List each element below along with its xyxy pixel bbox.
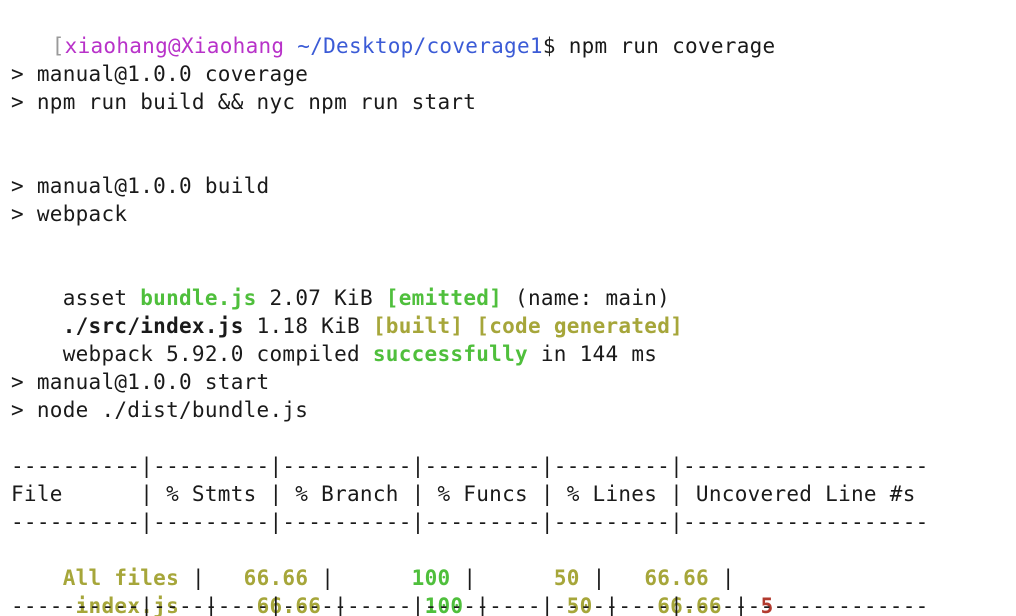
- shell-prompt-line: [xiaohang@Xiaohang ~/Desktop/coverage1$ …: [0, 4, 775, 58]
- coverage-table-top-border: ----------|---------|----------|--------…: [11, 454, 929, 478]
- prompt-cwd: ~/Desktop/coverage1: [297, 34, 543, 58]
- script-coverage-command: > npm run build && nyc npm run start: [11, 90, 477, 114]
- compile-suffix: in 144 ms: [527, 342, 658, 366]
- compile-prefix: webpack 5.92.0 compiled: [62, 342, 373, 366]
- webpack-asset-line: asset bundle.js 2.07 KiB [emitted] (name…: [11, 256, 670, 310]
- coverage-table-row: index.js | 66.66 | 100 | 50 | 66.66 | 5: [62, 594, 774, 616]
- script-start-name: > manual@1.0.0 start: [11, 370, 270, 394]
- webpack-compile-line: webpack 5.92.0 compiled successfully in …: [11, 312, 657, 366]
- script-build-name: > manual@1.0.0 build: [11, 174, 270, 198]
- coverage-table-header-border: ----------|---------|----------|--------…: [11, 510, 929, 534]
- prompt-user-host: xiaohang@Xiaohang: [64, 34, 285, 58]
- script-start-command: > node ./dist/bundle.js: [11, 398, 309, 422]
- prompt-bracket: [: [51, 34, 65, 58]
- coverage-table-header: File | % Stmts | % Branch | % Funcs | % …: [11, 482, 916, 506]
- coverage-table-row: All files | 66.66 | 100 | 50 | 66.66 |: [62, 566, 748, 590]
- terminal-window[interactable]: [xiaohang@Xiaohang ~/Desktop/coverage1$ …: [0, 0, 1016, 616]
- script-coverage-name: > manual@1.0.0 coverage: [11, 62, 309, 86]
- webpack-module-line: ./src/index.js 1.18 KiB [built] [code ge…: [11, 284, 683, 338]
- script-build-command: > webpack: [11, 202, 128, 226]
- coverage-table-bottom-border: ----------|---------|----------|--------…: [11, 594, 929, 616]
- prompt-command: npm run coverage: [555, 34, 776, 58]
- prompt-symbol: $: [542, 34, 556, 58]
- compile-status: successfully: [372, 342, 528, 366]
